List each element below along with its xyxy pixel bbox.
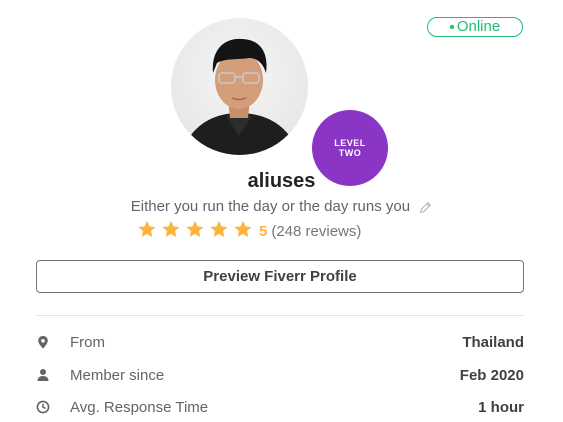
level-badge-line1: LEVEL bbox=[334, 138, 366, 148]
avatar[interactable] bbox=[171, 18, 308, 155]
stat-label-from: From bbox=[70, 333, 105, 351]
review-count[interactable]: (248 reviews) bbox=[271, 223, 361, 240]
stat-row-from: From Thailand bbox=[36, 331, 524, 353]
stat-value-member-since: Feb 2020 bbox=[459, 366, 524, 384]
tagline-row: Either you run the day or the day runs y… bbox=[0, 198, 563, 215]
stat-value-response-time: 1 hour bbox=[478, 398, 524, 416]
avatar-container: LEVEL TWO bbox=[171, 18, 388, 186]
stat-label-member-since: Member since bbox=[70, 366, 165, 384]
level-badge-line2: TWO bbox=[338, 148, 362, 158]
stat-label-response-time: Avg. Response Time bbox=[70, 398, 209, 416]
clock-icon bbox=[36, 400, 50, 414]
stat-value-from: Thailand bbox=[462, 333, 524, 351]
preview-profile-button[interactable]: Preview Fiverr Profile bbox=[36, 260, 524, 293]
star-rating bbox=[137, 220, 257, 242]
user-icon bbox=[37, 369, 49, 381]
avatar-photo bbox=[181, 38, 299, 155]
stat-row-member-since: Member since Feb 2020 bbox=[36, 364, 524, 386]
stat-row-response-time: Avg. Response Time 1 hour bbox=[36, 396, 524, 418]
rating-row: 5 (248 reviews) bbox=[137, 220, 361, 242]
star-icon bbox=[210, 220, 228, 238]
online-status-badge: Online bbox=[427, 17, 523, 37]
star-icon bbox=[186, 220, 204, 238]
online-status-label: Online bbox=[456, 18, 501, 35]
seller-profile-card: Online LEVEL TWO aliuses Either you run … bbox=[0, 0, 563, 422]
location-pin-icon bbox=[38, 336, 48, 349]
username[interactable]: aliuses bbox=[0, 170, 563, 193]
star-icon bbox=[162, 220, 180, 238]
rating-score: 5 bbox=[259, 222, 268, 240]
pencil-icon[interactable] bbox=[419, 201, 432, 214]
divider bbox=[36, 315, 524, 316]
tagline-text: Either you run the day or the day runs y… bbox=[130, 198, 411, 215]
star-icon bbox=[234, 220, 252, 238]
online-dot-icon bbox=[449, 25, 454, 29]
star-icon bbox=[138, 220, 156, 238]
